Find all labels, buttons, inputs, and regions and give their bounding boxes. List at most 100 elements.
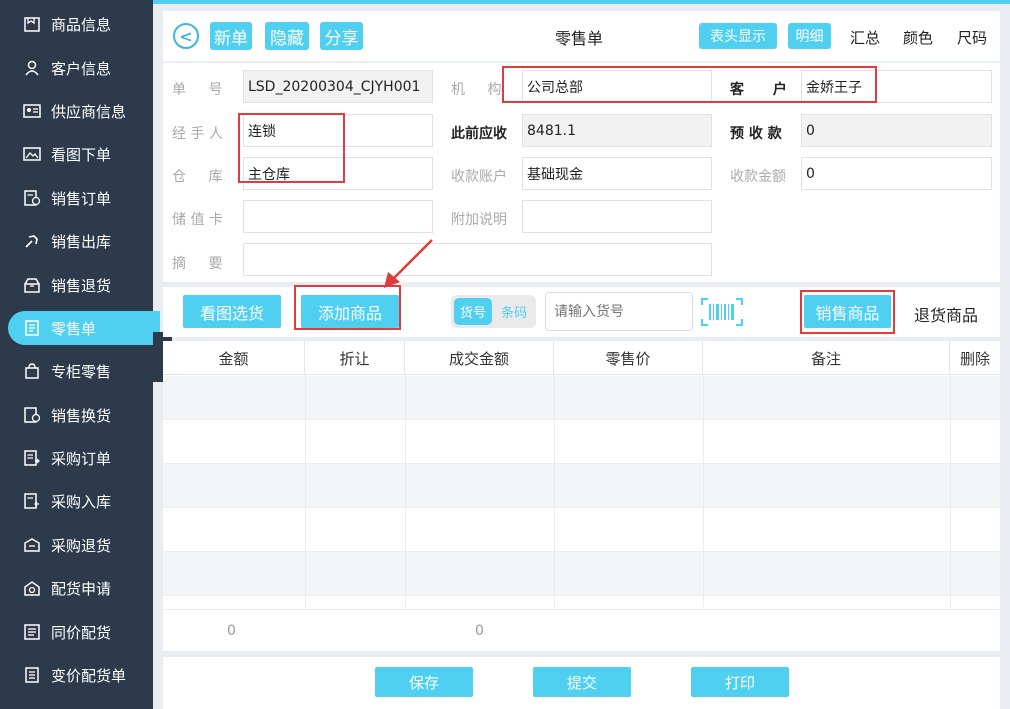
- same-price-icon: [22, 623, 42, 641]
- toggle-barcode[interactable]: 条码: [495, 298, 533, 325]
- sidebar-item-label: 销售出库: [51, 232, 112, 251]
- sidebar-item-label: 销售订单: [51, 189, 112, 208]
- sidebar-item-label: 采购退货: [51, 536, 112, 555]
- order-header-form: 单 号 LSD_20200304_CJYH001 机 构 公司总部 客 户 金娇…: [163, 63, 1000, 282]
- card-label: 储 值 卡: [172, 212, 223, 228]
- sidebar-item-supplier-info[interactable]: 供应商信息: [0, 91, 153, 131]
- account-label: 收款账户: [451, 169, 507, 185]
- purchase-return-icon: [22, 536, 42, 554]
- sidebar-item-purchase-return[interactable]: 采购退货: [0, 525, 153, 565]
- org-field[interactable]: 公司总部: [522, 70, 712, 103]
- column-header: 折让: [305, 341, 405, 375]
- handler-label: 经 手 人: [172, 126, 223, 142]
- hide-button[interactable]: 隐藏: [265, 22, 309, 50]
- tab-summary[interactable]: 汇总: [850, 27, 880, 48]
- product-actions-bar: 看图选货 添加商品 货号 条码 销售商品 退货商品: [163, 287, 1000, 337]
- column-header: 成交金额: [405, 341, 554, 375]
- sidebar-item-price-change-allocation[interactable]: 变价配货单: [0, 655, 153, 695]
- save-button[interactable]: 保存: [375, 667, 473, 697]
- column-header: 删除: [959, 349, 990, 368]
- sidebar-item-sales-return[interactable]: 销售退货: [0, 265, 153, 305]
- sidebar-item-label: 看图下单: [51, 145, 112, 164]
- id-card-icon: [22, 102, 42, 120]
- sidebar-item-label: 专柜零售: [51, 362, 112, 381]
- toggle-sku[interactable]: 货号: [454, 298, 492, 325]
- warehouse-field[interactable]: 主仓库: [243, 157, 433, 190]
- note-label: 附加说明: [451, 212, 507, 228]
- header-display-button[interactable]: 表头显示: [699, 23, 777, 49]
- view-pick-button[interactable]: 看图选货: [183, 295, 281, 328]
- customer-field[interactable]: 金娇王子: [801, 70, 992, 103]
- column-header: 零售价: [554, 341, 703, 375]
- sidebar-item-label: 销售退货: [51, 276, 112, 295]
- outbound-icon: [22, 232, 42, 250]
- sidebar-item-retail-order[interactable]: 零售单: [8, 311, 160, 345]
- sidebar-item-label: 客户信息: [51, 59, 112, 78]
- sku-search-input[interactable]: [545, 292, 693, 331]
- tab-size[interactable]: 尺码: [957, 27, 987, 48]
- sidebar-item-purchase-inbound[interactable]: 采购入库: [0, 481, 153, 521]
- prev-receivable-label: 此前应收: [451, 126, 507, 142]
- sidebar: 商品信息 客户信息 供应商信息 看图下单 销售订单 销售出库 销售退货 零售单 …: [0, 0, 160, 709]
- tab-color[interactable]: 颜色: [903, 27, 933, 48]
- prev-receivable-field: 8481.1: [522, 114, 712, 147]
- note-field[interactable]: [522, 200, 712, 233]
- account-field[interactable]: 基础现金: [522, 157, 712, 190]
- new-button[interactable]: 新单: [210, 22, 252, 50]
- table-header: 金额 折让 成交金额 零售价 备注 删除: [163, 341, 1000, 375]
- sidebar-item-sales-order[interactable]: 销售订单: [0, 178, 153, 218]
- customer-label: 客 户: [730, 82, 787, 98]
- counter-bag-icon: [22, 362, 42, 380]
- handler-field[interactable]: 连锁: [243, 114, 433, 147]
- amount-label: 收款金额: [730, 169, 786, 185]
- warehouse-label: 仓 库: [172, 169, 223, 185]
- column-header: 金额: [163, 341, 305, 375]
- tab-detail[interactable]: 明细: [788, 23, 831, 49]
- submit-button[interactable]: 提交: [533, 667, 631, 697]
- chevron-left-icon: <: [179, 26, 193, 46]
- search-mode-toggle[interactable]: 货号 条码: [451, 295, 536, 328]
- sidebar-item-label: 供应商信息: [51, 102, 127, 121]
- sidebar-item-sales-outbound[interactable]: 销售出库: [0, 221, 153, 261]
- add-product-button[interactable]: 添加商品: [301, 295, 399, 328]
- sidebar-item-customer-info[interactable]: 客户信息: [0, 48, 153, 88]
- table-row: [163, 552, 1000, 596]
- sidebar-item-purchase-order[interactable]: 采购订单: [0, 438, 153, 478]
- page-title: 零售单: [555, 29, 604, 48]
- product-info-icon: [22, 15, 42, 33]
- column-header: 备注: [703, 341, 950, 375]
- image-icon: [22, 145, 42, 163]
- memo-field[interactable]: [243, 243, 712, 276]
- table-row: [163, 376, 1000, 420]
- sidebar-item-label: 采购订单: [51, 449, 112, 468]
- print-button[interactable]: 打印: [691, 667, 789, 697]
- purchase-order-icon: [22, 449, 42, 467]
- sidebar-item-same-price-allocation[interactable]: 同价配货: [0, 612, 153, 652]
- sale-product-tab[interactable]: 销售商品: [804, 295, 891, 328]
- return-product-tab[interactable]: 退货商品: [914, 302, 978, 326]
- order-no-label: 单 号: [172, 82, 223, 98]
- share-button[interactable]: 分享: [320, 22, 363, 50]
- sidebar-item-label: 配货申请: [51, 579, 112, 598]
- sidebar-item-allocation-request[interactable]: 配货申请: [0, 568, 153, 608]
- request-icon: [22, 579, 42, 597]
- barcode-scan-icon[interactable]: [700, 297, 744, 327]
- order-no-field: LSD_20200304_CJYH001: [243, 70, 433, 103]
- sidebar-item-label: 变价配货单: [51, 666, 127, 685]
- footer-deal-amount-total: 0: [475, 623, 484, 639]
- table-row: [163, 508, 1000, 552]
- sidebar-item-product-info[interactable]: 商品信息: [0, 4, 153, 44]
- sidebar-item-counter-retail[interactable]: 专柜零售: [0, 351, 153, 391]
- table-row: [163, 420, 1000, 464]
- sidebar-item-sales-exchange[interactable]: 销售换货: [0, 395, 153, 435]
- table-footer: 0 0: [163, 609, 1000, 651]
- amount-field[interactable]: 0: [801, 157, 992, 190]
- order-doc-icon: [22, 189, 42, 207]
- sidebar-item-label: 销售换货: [51, 406, 112, 425]
- return-box-icon: [22, 276, 42, 294]
- sidebar-item-image-order[interactable]: 看图下单: [0, 134, 153, 174]
- back-button[interactable]: <: [173, 23, 199, 49]
- sidebar-item-label: 同价配货: [51, 623, 112, 642]
- card-field[interactable]: [243, 200, 433, 233]
- product-table: 金额 折让 成交金额 零售价 备注 删除 0 0: [163, 341, 1000, 651]
